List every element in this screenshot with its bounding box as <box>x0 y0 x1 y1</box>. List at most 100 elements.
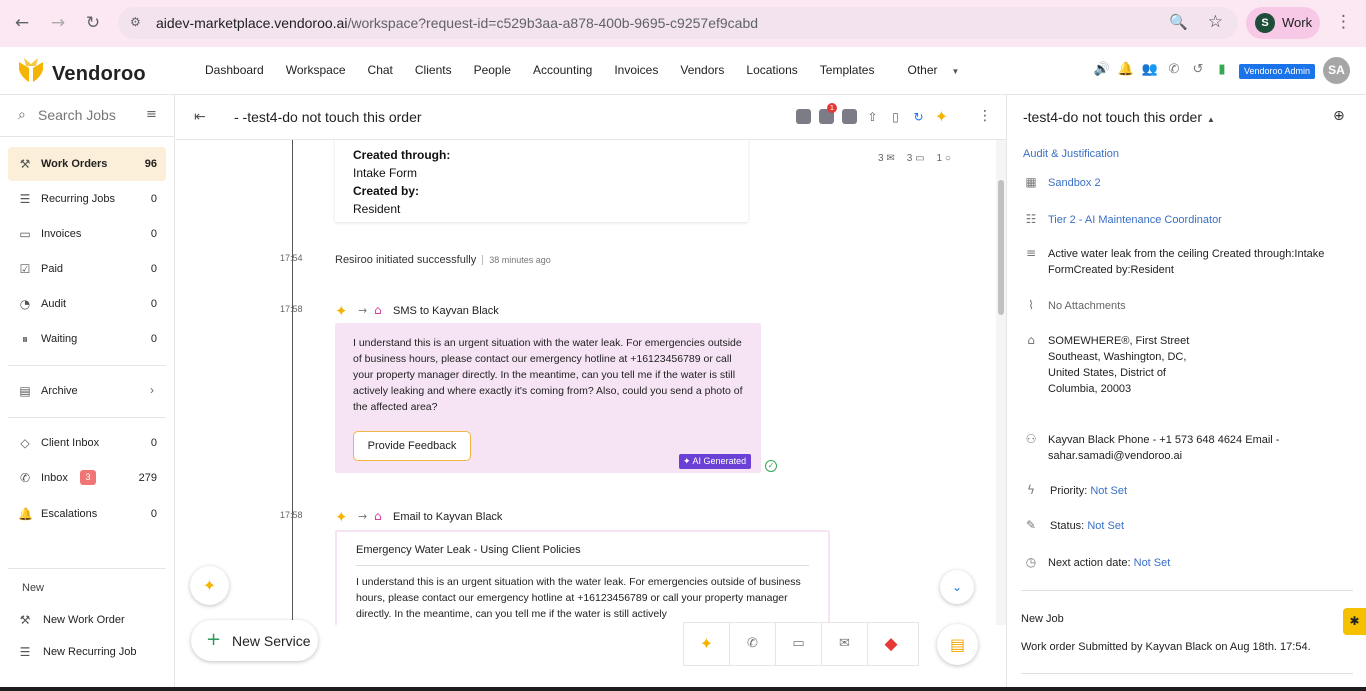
scroll-down-button[interactable]: ⌄ <box>940 570 974 604</box>
comment-count[interactable]: 1 ○ <box>937 153 951 164</box>
browser-menu-icon[interactable]: ⋮ <box>1335 12 1352 32</box>
sidebar-item-client-inbox[interactable]: ◇ Client Inbox 0 <box>8 426 166 460</box>
nav-clients[interactable]: Clients <box>404 63 463 77</box>
priority-value[interactable]: Not Set <box>1090 485 1127 497</box>
unread-badge: 3 <box>80 470 96 485</box>
profile-chip[interactable]: S Work <box>1246 7 1320 39</box>
collapse-sidebar-icon[interactable]: ⇤ <box>194 109 206 125</box>
sidebar-item-invoices[interactable]: ▭ Invoices 0 <box>8 217 166 251</box>
feed-scrollbar[interactable] <box>996 140 1006 625</box>
new-service-label: New Service <box>232 633 311 649</box>
more-options-icon[interactable]: ⋮ <box>978 108 992 124</box>
zoom-icon[interactable]: 🔍 <box>1169 13 1188 31</box>
vendoroo-logo-icon[interactable] <box>16 56 46 86</box>
provide-feedback-button[interactable]: Provide Feedback <box>353 431 471 461</box>
reload-icon[interactable]: ↻ <box>82 12 104 34</box>
sidebar-item-count: 0 <box>150 193 157 205</box>
nav-accounting[interactable]: Accounting <box>522 63 603 77</box>
forward-icon[interactable]: → <box>47 12 69 34</box>
sidebar-item-new-work-order[interactable]: ⚒ New Work Order <box>8 603 166 637</box>
book-icon[interactable]: ▯ <box>884 107 907 127</box>
building-icon: ▦ <box>1025 175 1037 189</box>
workflow-icon[interactable] <box>792 107 815 127</box>
assistant-logo-icon[interactable]: ◆ <box>868 623 914 665</box>
sidebar-item-audit[interactable]: ◔ Audit 0 <box>8 287 166 321</box>
audit-justification-link[interactable]: Audit & Justification <box>1023 148 1119 160</box>
sparkle-icon[interactable]: ✦ <box>930 107 953 127</box>
sidebar-item-escalations[interactable]: 🔔 Escalations 0 <box>8 497 166 531</box>
compose-action-bar: ✦ ✆ ▭ ✉ ◆ <box>683 622 919 666</box>
job-submitted-event: Work order Submitted by Kayvan Black on … <box>1021 641 1311 653</box>
scrollbar-thumb[interactable] <box>998 180 1004 315</box>
users-icon[interactable]: 👥 <box>1138 62 1162 80</box>
admin-badge[interactable]: Vendoroo Admin <box>1239 64 1316 79</box>
sidebar-item-paid[interactable]: ☑ Paid 0 <box>8 252 166 286</box>
ai-assist-button[interactable]: ✦ <box>190 566 229 605</box>
arrow-right-icon: → <box>358 510 368 523</box>
nav-dashboard[interactable]: Dashboard <box>194 63 275 77</box>
nav-locations[interactable]: Locations <box>735 63 808 77</box>
chat-count[interactable]: 3 ▭ <box>907 153 925 164</box>
filter-icon[interactable]: ≡ <box>146 107 157 122</box>
nav-workspace[interactable]: Workspace <box>275 63 357 77</box>
export-icon[interactable]: ⇧ <box>861 107 884 127</box>
site-settings-icon[interactable]: ⚙ <box>130 15 146 31</box>
brand-name: Vendoroo <box>52 63 146 85</box>
sidebar-item-waiting[interactable]: ⏸ Waiting 0 <box>8 322 166 356</box>
sync-icon[interactable]: ↻ <box>907 107 930 127</box>
nav-invoices[interactable]: Invoices <box>603 63 669 77</box>
call-icon[interactable]: ✆ <box>730 623 776 665</box>
sidebar-item-recurring-jobs[interactable]: ☰ Recurring Jobs 0 <box>8 182 166 216</box>
new-job-heading: New Job <box>1021 613 1064 625</box>
text-lines-icon: ≡ <box>1025 246 1037 260</box>
user-avatar[interactable]: SA <box>1323 57 1350 84</box>
diamond-icon: ◇ <box>20 436 30 450</box>
address-bar[interactable]: ⚙ aidev-marketplace.vendoroo.ai/workspac… <box>118 7 1238 39</box>
sidebar-item-work-orders[interactable]: ⚒ Work Orders 96 <box>8 147 166 181</box>
chat-button[interactable]: ▤ <box>937 624 978 665</box>
back-icon[interactable]: ← <box>11 12 33 34</box>
nav-chat[interactable]: Chat <box>357 63 404 77</box>
client-link[interactable]: Sandbox 2 <box>1048 175 1348 191</box>
url-text[interactable]: aidev-marketplace.vendoroo.ai/workspace?… <box>156 15 758 31</box>
app-header: Vendoroo Dashboard Workspace Chat Client… <box>0 47 1366 95</box>
nav-vendors[interactable]: Vendors <box>669 63 735 77</box>
status-value[interactable]: Not Set <box>1087 520 1124 532</box>
sidebar-item-new-recurring-job[interactable]: ☰ New Recurring Job <box>8 635 166 669</box>
thread-title: - -test4-do not touch this order <box>234 109 422 125</box>
search-input[interactable] <box>38 107 138 123</box>
event-time: 17:58 <box>280 510 303 520</box>
created-through-value: Intake Form <box>353 166 418 180</box>
nav-templates[interactable]: Templates <box>809 63 886 77</box>
signal-icon[interactable]: ▮ <box>1210 62 1234 80</box>
search-tool-icon[interactable]: 1 <box>815 103 838 127</box>
tier-link[interactable]: Tier 2 - AI Maintenance Coordinator <box>1048 212 1348 228</box>
job-search: ⌕ ≡ <box>0 95 175 137</box>
phone-icon[interactable]: ✆ <box>1162 62 1186 80</box>
email-count[interactable]: 3 ✉ <box>878 153 895 164</box>
ai-compose-icon[interactable]: ✦ <box>684 623 730 665</box>
nav-people[interactable]: People <box>463 63 522 77</box>
comment-count-value: 1 <box>936 153 943 164</box>
details-title[interactable]: -test4-do not touch this order ▲ <box>1023 109 1215 125</box>
bug-report-icon[interactable]: ✱ <box>1343 608 1366 635</box>
nav-other[interactable]: Other ▼ <box>885 63 970 77</box>
sms-bubble: I understand this is an urgent situation… <box>335 323 761 473</box>
sidebar-item-count: 279 <box>138 472 157 484</box>
sms-icon[interactable]: ▭ <box>776 623 822 665</box>
sidebar-item-label: Inbox <box>41 472 68 484</box>
sidebar-item-inbox[interactable]: ✆ Inbox 3 279 <box>8 461 166 495</box>
speaker-icon[interactable]: 🔊 <box>1090 62 1114 80</box>
next-action-value[interactable]: Not Set <box>1134 557 1171 569</box>
top-nav: Dashboard Workspace Chat Clients People … <box>194 63 970 77</box>
home-icon: ⌂ <box>374 509 382 523</box>
ai-tool-icon[interactable] <box>838 107 861 127</box>
email-icon[interactable]: ✉ <box>822 623 868 665</box>
bookmark-star-icon[interactable]: ☆ <box>1208 12 1223 32</box>
new-service-button[interactable]: + New Service <box>191 620 318 661</box>
refresh-icon[interactable]: ↺ <box>1186 62 1210 80</box>
globe-icon[interactable]: ⊕ <box>1333 108 1345 124</box>
sidebar-item-label: Invoices <box>41 228 82 240</box>
sidebar-item-archive[interactable]: ▤ Archive › <box>8 374 166 408</box>
bell-icon[interactable]: 🔔 <box>1114 62 1138 80</box>
